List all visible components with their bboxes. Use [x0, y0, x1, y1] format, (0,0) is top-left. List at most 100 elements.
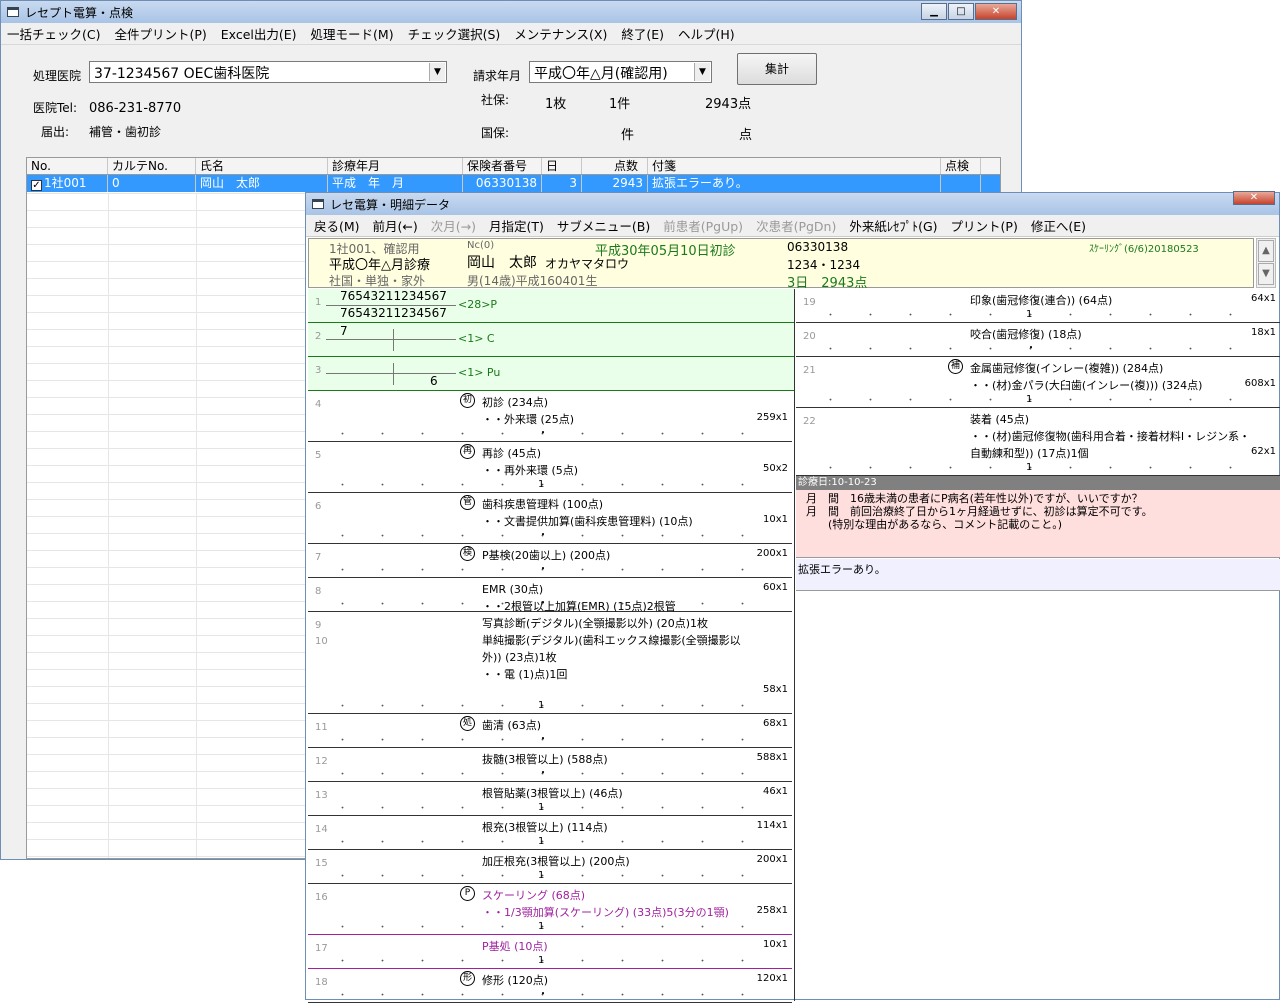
menu-check-select[interactable]: チェック選択(S)	[408, 24, 501, 43]
close-button[interactable]: ✕	[1233, 191, 1275, 205]
badge-icon: 再	[460, 444, 475, 459]
row-points: 2943	[582, 175, 648, 192]
menu-print-all[interactable]: 全件プリント(P)	[114, 24, 206, 43]
list-item[interactable]: 15 加圧根充(3根管以上) (200点) 200x1 ・ ・ ・ ・ ・ ・ ・ ・…	[308, 850, 792, 884]
date-marks: ・ ・ ・ ・ ・ ・ ・ ・ ・ ・ ・ ・ ・ ・ ・ ・	[338, 532, 758, 542]
scroll-up-icon[interactable]: ▲	[1258, 240, 1274, 262]
list-item[interactable]: 21 補金属歯冠修復(インレー(複雑)) (284点) ・・(材)金パラ(大臼歯(イ…	[796, 357, 1280, 408]
chevron-down-icon[interactable]: ▼	[429, 63, 445, 81]
list-item[interactable]: 6 管歯科疾患管理料 (100点) ・・文書提供加算(歯科疾患管理料) (10点) 1…	[308, 493, 792, 544]
procedure-text: ・・外来環 (25点)	[482, 413, 575, 426]
list-item[interactable]: 11処歯清 (63点)68x1・ ・ ・ ・ ・ ・ ・ ・ ・ ・ ・ ・ ・…	[308, 714, 792, 748]
badge-icon: 検	[460, 546, 475, 561]
procedure-text: 根管貼薬(3根管以上) (46点)	[482, 787, 623, 800]
procedure-text: 初診 (234点)	[482, 396, 549, 409]
list-item[interactable]: 18 形修形 (120点) 120x1 ・ ・ ・ ・ ・ ・ ・ ・ ・ ・ ・ ・…	[308, 969, 792, 1003]
procedure-list-left: 1 76543211234567 76543211234567 <28>P 2 …	[308, 289, 795, 1003]
tally-button[interactable]: 集計	[737, 53, 817, 85]
procedure-text: スケーリング (68点)	[482, 889, 586, 902]
app-icon	[7, 7, 19, 17]
badge-icon: 補	[948, 359, 963, 374]
list-item[interactable]: 3 6 <1> Pu	[308, 357, 794, 391]
procedure-text: 加圧根充(3根管以上) (200点)	[482, 855, 630, 868]
menu-prev-month[interactable]: 前月(←)	[373, 216, 418, 235]
date-mark: ・	[538, 598, 548, 609]
col-ym[interactable]: 診療年月	[328, 158, 463, 174]
list-item[interactable]: 20 咬合(歯冠修復) (18点) 18x1 ・ ・ ・ ・ ・ ・ ・ ・ ・ ・ …	[796, 323, 1280, 357]
menu-mode[interactable]: 処理モード(M)	[311, 24, 394, 43]
list-item[interactable]: 9 10 写真診断(デジタル)(全顎撮影以外) (20点)1枚 単純撮影(デジタル)(…	[308, 612, 792, 714]
list-item[interactable]: 12 抜髄(3根管以上) (588点) 588x1 ・ ・ ・ ・ ・ ・ ・ ・ ・…	[308, 748, 792, 782]
list-item[interactable]: 13 根管貼薬(3根管以上) (46点) 46x1 ・ ・ ・ ・ ・ ・ ・ ・ ・…	[308, 782, 792, 816]
detail-titlebar[interactable]: レセ電算・明細データ ✕	[306, 191, 1279, 215]
menu-help[interactable]: ヘルプ(H)	[678, 24, 735, 43]
list-item[interactable]: 14 根充(3根管以上) (114点) 114x1 ・ ・ ・ ・ ・ ・ ・ ・ ・…	[308, 816, 792, 850]
month-select[interactable]: 平成〇年△月(確認用) ▼	[529, 61, 712, 83]
date-marks: ・ ・ ・ ・ ・ ・ ・ ・ ・ ・ ・ ・ ・ ・ ・ ・	[338, 430, 758, 440]
tooth-upper: 76543211234567	[340, 289, 447, 303]
list-item[interactable]: 17P基処 (10点)10x1・ ・ ・ ・ ・ ・ ・ ・ ・ ・ ・ ・ ・…	[308, 935, 792, 969]
menu-excel[interactable]: Excel出力(E)	[221, 24, 297, 43]
date-marks: ・ ・ ・ ・ ・ ・ ・ ・ ・ ・ ・ ・ ・ ・ ・ ・	[338, 872, 758, 882]
scroll-down-icon[interactable]: ▼	[1258, 263, 1274, 285]
menu-maintenance[interactable]: メンテナンス(X)	[514, 24, 607, 43]
row-no[interactable]: ✓ 1社001	[27, 175, 108, 192]
list-item[interactable]: 5 再再診 (45点) ・・再外来環 (5点) 50x2 ・ ・ ・ ・ ・ ・ ・ ・…	[308, 442, 792, 493]
badge-icon: 処	[460, 716, 475, 731]
col-tag[interactable]: 付箋	[648, 158, 941, 174]
list-item[interactable]: 7 検 P基検(20歯以上) (200点) 200x1 ・ ・ ・ ・ ・ ・ ・ ・ …	[308, 544, 792, 578]
list-item[interactable]: 22 装着 (45点) ・・(材)歯冠修復物(歯科用合着・接着材料Ⅰ・レジン系・ 自動…	[796, 408, 1280, 476]
date-marks: ・ ・ ・ ・ ・ ・ ・ ・ ・ ・ ・ ・ ・ ・ ・ ・	[338, 991, 758, 1001]
menu-back[interactable]: 戻る(M)	[314, 216, 360, 235]
minimize-button[interactable]: ▁	[921, 3, 947, 20]
tooth-lower: 76543211234567	[340, 306, 447, 320]
procedure-text: P基処 (10点)	[482, 940, 548, 953]
menu-submenu[interactable]: サブメニュー(B)	[557, 216, 650, 235]
col-points[interactable]: 点数	[582, 158, 648, 174]
date-mark: 1	[538, 836, 545, 847]
date-marks: ・ ・ ・ ・ ・ ・ ・ ・ ・ ・ ・ ・ ・ ・ ・ ・	[338, 923, 758, 933]
chevron-down-icon[interactable]: ▼	[694, 63, 710, 81]
row-checkbox[interactable]: ✓	[31, 180, 42, 191]
diagnosis: <28>P	[458, 298, 498, 311]
maximize-button[interactable]: □	[948, 3, 974, 20]
close-button[interactable]: ✕	[975, 3, 1017, 20]
list-item[interactable]: 4 初初診 (234点) ・・外来環 (25点) 259x1 ・ ・ ・ ・ ・ ・ ・…	[308, 391, 792, 442]
col-days[interactable]: 日	[542, 158, 582, 174]
shaho-label: 社保:	[481, 93, 510, 107]
date-mark: 1	[1026, 309, 1033, 320]
kokuho-cases: 件	[621, 128, 635, 143]
menu-batch-check[interactable]: 一括チェック(C)	[7, 24, 100, 43]
info-scrollbar[interactable]: ▲ ▼	[1256, 238, 1276, 288]
list-item[interactable]: 1 76543211234567 76543211234567 <28>P	[308, 289, 794, 323]
list-item[interactable]: 8 EMR (30点) ・・2根管以上加算(EMR) (15点)2根管 60x1 ・ ・…	[308, 578, 792, 613]
diagnosis: <1> Pu	[458, 366, 501, 379]
menu-next-patient: 次患者(PgDn)	[756, 219, 837, 234]
clinic-select[interactable]: 37-1234567 OEC歯科医院 ▼	[89, 61, 447, 83]
date-marks: ・ ・ ・ ・ ・ ・ ・ ・ ・ ・ ・ ・ ・ ・ ・ ・	[826, 396, 1246, 406]
menu-print[interactable]: プリント(P)	[951, 216, 1018, 235]
tel-value: 086-231-8770	[89, 101, 182, 116]
col-chart[interactable]: カルテNo.	[108, 158, 196, 174]
procedure-text: 装着 (45点)	[970, 413, 1030, 426]
badge-icon: 形	[460, 971, 475, 986]
patient-name: 岡山 太郎	[467, 255, 537, 271]
shaho-cases: 1件	[609, 97, 631, 112]
col-inspect[interactable]: 点検	[941, 158, 981, 174]
menu-paper-receipt[interactable]: 外来紙ﾚｾﾌﾟﾄ(G)	[849, 216, 937, 235]
menu-exit[interactable]: 終了(E)	[621, 24, 664, 43]
procedure-count: 64x1	[1250, 293, 1276, 304]
list-item[interactable]: 19 印象(歯冠修復(連合)) (64点) 64x1 ・ ・ ・ ・ ・ ・ ・ ・ …	[796, 289, 1280, 323]
main-titlebar[interactable]: レセプト電算・点検 ▁ □ ✕	[1, 1, 1021, 23]
procedure-count: 200x1	[756, 548, 788, 559]
menu-edit[interactable]: 修正へ(E)	[1031, 216, 1086, 235]
table-row[interactable]: ✓ 1社001 0 岡山 太郎 平成 年 月 06330138 3 2943 拡張…	[27, 175, 1000, 192]
insurance-category: 社国・単独・家外	[329, 274, 426, 288]
col-no[interactable]: No.	[27, 158, 108, 174]
list-item[interactable]: 2 7 <1> C	[308, 323, 794, 357]
procedure-text: 歯科疾患管理料 (100点)	[482, 498, 604, 511]
col-insurer[interactable]: 保険者番号	[463, 158, 542, 174]
menu-month-select[interactable]: 月指定(T)	[489, 216, 544, 235]
list-item[interactable]: 16 P スケーリング (68点) ・・1/3顎加算(スケーリング) (33点)5(3…	[308, 884, 792, 935]
col-name[interactable]: 氏名	[196, 158, 328, 174]
